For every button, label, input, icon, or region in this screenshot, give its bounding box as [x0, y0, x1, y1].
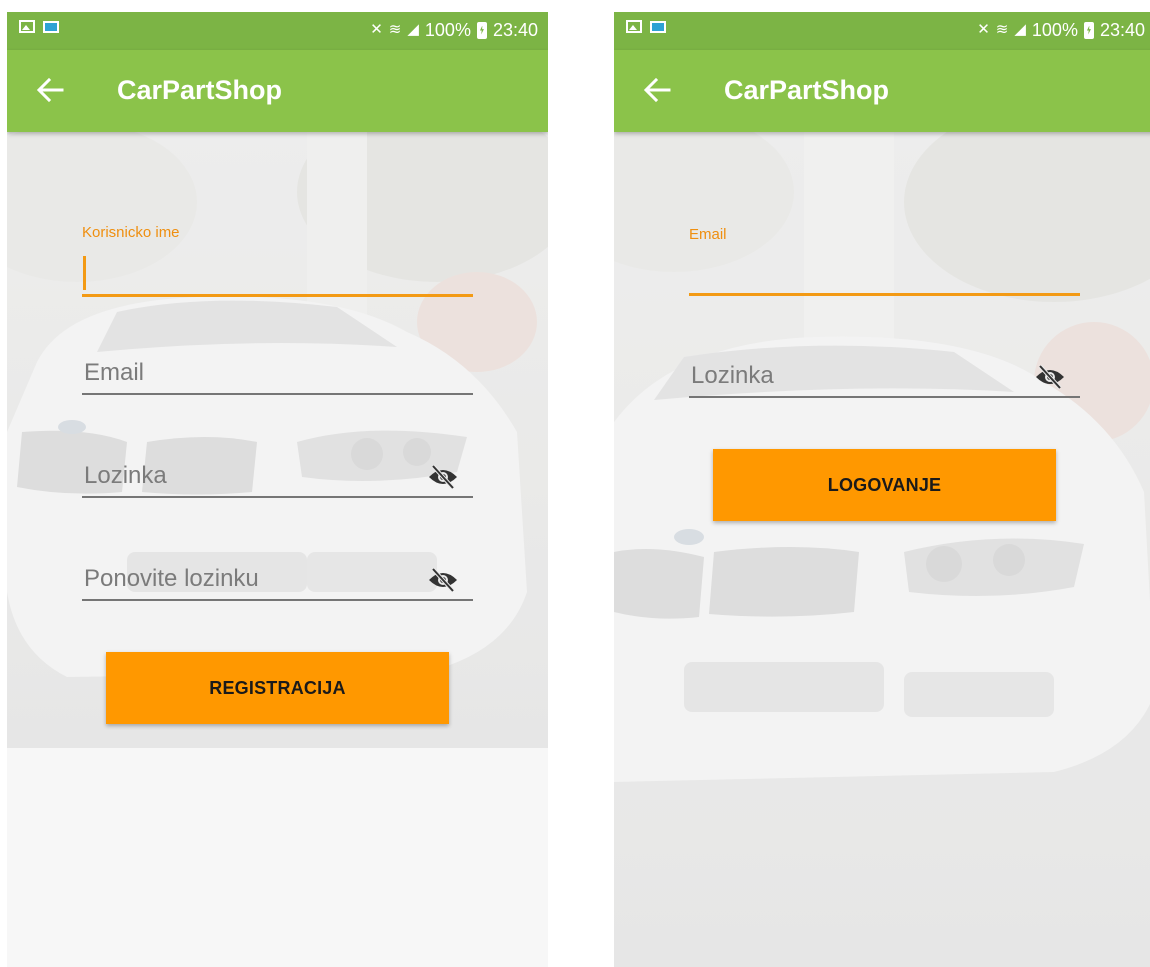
wifi-icon: ≋: [388, 21, 402, 38]
mute-icon: ✕: [977, 21, 990, 38]
register-button[interactable]: REGISTRACIJA: [106, 652, 449, 724]
login-password-input[interactable]: [689, 357, 1080, 395]
repeat-password-underline: [82, 599, 473, 601]
username-label: Korisnicko ime: [82, 224, 180, 241]
username-underline: [82, 294, 473, 297]
back-arrow-icon[interactable]: [35, 72, 65, 108]
status-bar: ✕ ≋ ◢ 100% 23:40: [7, 12, 548, 50]
repeat-password-field: [82, 558, 473, 618]
eye-off-icon[interactable]: [427, 463, 459, 491]
password-input[interactable]: [82, 457, 473, 495]
email-input[interactable]: [82, 354, 473, 392]
gallery-notification-icon: [19, 20, 35, 33]
back-arrow-icon[interactable]: [642, 72, 672, 108]
login-button[interactable]: LOGOVANJE: [713, 449, 1056, 521]
username-field: Korisnicko ime: [82, 224, 473, 314]
login-email-input[interactable]: [689, 256, 1080, 294]
login-email-label: Email: [689, 226, 727, 243]
battery-charging-icon: [1083, 21, 1094, 39]
app-bar: CarPartShop: [614, 50, 1150, 132]
card-notification-icon: [43, 20, 59, 33]
mute-icon: ✕: [370, 21, 383, 38]
gallery-notification-icon: [626, 20, 642, 33]
battery-percent: 100%: [424, 20, 471, 40]
status-bar: ✕ ≋ ◢ 100% 23:40: [614, 12, 1150, 50]
login-screen: ✕ ≋ ◢ 100% 23:40 CarPartShop Email LOGOV…: [614, 12, 1150, 967]
eye-off-icon[interactable]: [1034, 363, 1066, 391]
clock: 23:40: [1099, 20, 1145, 40]
battery-percent: 100%: [1031, 20, 1078, 40]
password-underline: [82, 496, 473, 498]
login-email-field: Email: [689, 226, 1080, 316]
register-screen: ✕ ≋ ◢ 100% 23:40 CarPartShop Korisnicko …: [7, 12, 548, 967]
battery-charging-icon: [476, 21, 487, 39]
email-field: [82, 352, 473, 412]
app-title: CarPartShop: [724, 75, 890, 105]
eye-off-icon[interactable]: [427, 566, 459, 594]
app-bar: CarPartShop: [7, 50, 548, 132]
card-notification-icon: [650, 20, 666, 33]
login-password-underline: [689, 396, 1080, 398]
signal-icon: ◢: [1014, 21, 1026, 38]
login-email-underline: [689, 293, 1080, 296]
email-underline: [82, 393, 473, 395]
signal-icon: ◢: [407, 21, 419, 38]
repeat-password-input[interactable]: [82, 560, 473, 598]
username-input[interactable]: [82, 254, 473, 292]
wifi-icon: ≋: [995, 21, 1009, 38]
app-title: CarPartShop: [117, 75, 283, 105]
clock: 23:40: [492, 20, 538, 40]
password-field: [82, 455, 473, 515]
login-password-field: [689, 355, 1080, 415]
